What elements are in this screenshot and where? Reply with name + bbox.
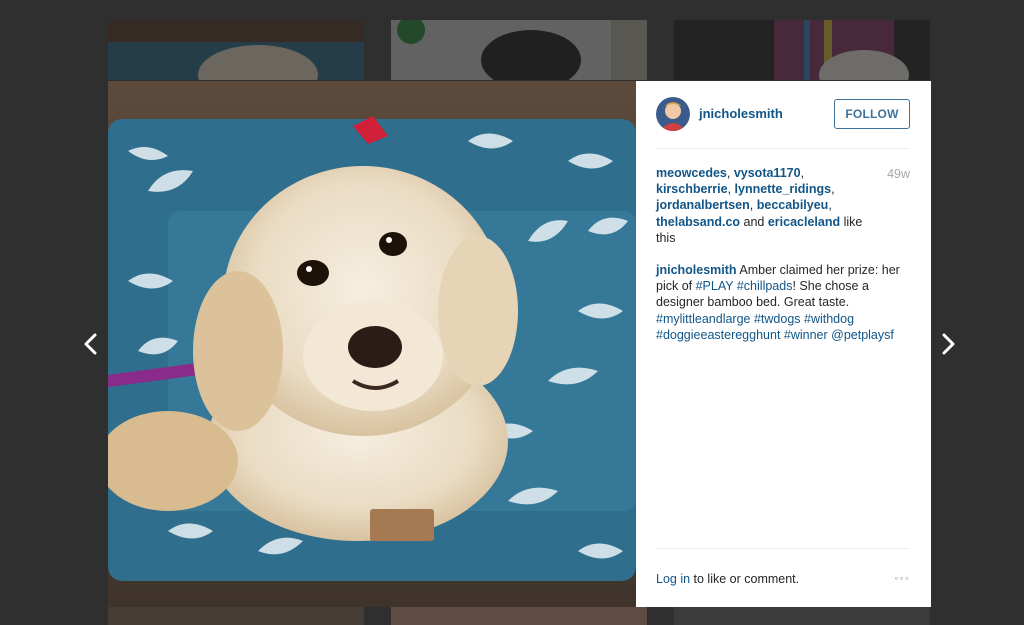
post-sidebar: jnicholesmith FOLLOW meowcedes, vysota11… <box>636 81 931 607</box>
liker-link[interactable]: vysota1170 <box>734 166 801 180</box>
hashtags-line[interactable]: #mylittleandlarge #twdogs #withdog <box>656 312 854 326</box>
post-timestamp[interactable]: 49w <box>887 167 910 181</box>
post-footer: Log in to like or comment. ◦◦◦ <box>656 548 910 607</box>
likes-summary: meowcedes, vysota1170, kirschberrie, lyn… <box>656 166 863 245</box>
next-post-button[interactable] <box>933 328 963 360</box>
avatar[interactable] <box>656 97 690 131</box>
chevron-right-icon <box>942 333 955 355</box>
liker-link[interactable]: meowcedes <box>656 166 727 180</box>
post-header: jnicholesmith FOLLOW <box>656 81 910 149</box>
liker-link[interactable]: kirschberrie <box>656 182 728 196</box>
previous-post-button[interactable] <box>76 328 106 360</box>
follow-button[interactable]: FOLLOW <box>834 99 910 129</box>
hashtag-link[interactable]: #chillpads <box>737 279 793 293</box>
more-options-icon[interactable]: ◦◦◦ <box>894 571 910 585</box>
likes-and-text: and <box>740 214 768 229</box>
login-prompt-text: to like or comment. <box>690 572 800 586</box>
liker-link[interactable]: lynnette_ridings <box>735 182 832 196</box>
hashtag-link[interactable]: #PLAY <box>696 279 734 293</box>
post-modal: jnicholesmith FOLLOW meowcedes, vysota11… <box>108 81 931 607</box>
login-prompt: Log in to like or comment. <box>656 572 799 586</box>
post-photo[interactable] <box>108 81 636 607</box>
liker-link[interactable]: beccabilyeu <box>757 198 829 212</box>
caption-author-link[interactable]: jnicholesmith <box>656 263 737 277</box>
login-link[interactable]: Log in <box>656 572 690 586</box>
post-caption: jnicholesmith Amber claimed her prize: h… <box>656 262 912 343</box>
liker-link[interactable]: jordanalbertsen <box>656 198 750 212</box>
chevron-left-icon <box>84 333 97 355</box>
hashtags-line[interactable]: #doggieeasteregghunt #winner @petplaysf <box>656 328 894 342</box>
liker-link[interactable]: thelabsand.co <box>656 215 740 229</box>
username-link[interactable]: jnicholesmith <box>699 106 783 121</box>
liker-link[interactable]: ericacleland <box>768 215 840 229</box>
